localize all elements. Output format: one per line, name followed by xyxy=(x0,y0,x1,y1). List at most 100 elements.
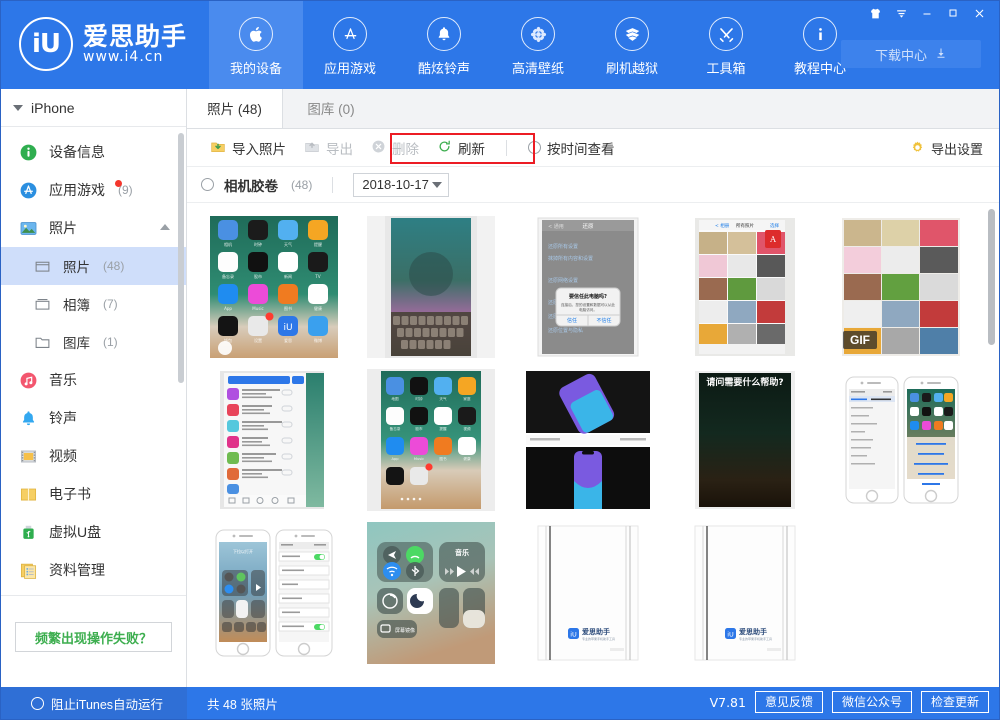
svg-text:信任: 信任 xyxy=(567,317,577,324)
sidebar-item-count: (7) xyxy=(103,297,118,311)
view-by-time-radio[interactable]: 按时间查看 xyxy=(519,134,624,162)
files-icon xyxy=(17,559,39,581)
photo-thumbnail[interactable]: iU 爱思助手 专业的苹果手机助手工具 xyxy=(672,521,818,665)
sidebar-item-label: 应用游戏 xyxy=(49,180,105,200)
nav-item-wallpapers[interactable]: 高清壁纸 xyxy=(491,1,585,89)
svg-text:微博: 微博 xyxy=(314,337,322,343)
check-update-button[interactable]: 检查更新 xyxy=(921,691,989,713)
photo-thumbnail[interactable]: 音乐 xyxy=(358,521,504,665)
svg-text:备忘录: 备忘录 xyxy=(390,426,401,431)
sidebar-item-ebooks[interactable]: 电子书 xyxy=(1,475,186,513)
feedback-button[interactable]: 意见反馈 xyxy=(755,691,823,713)
svg-text:A: A xyxy=(769,235,776,244)
photo-thumbnail[interactable]: GIF xyxy=(829,215,975,359)
sidebar-item-videos[interactable]: 视频 xyxy=(1,437,186,475)
photo-thumbnail[interactable]: 下拉以打开 xyxy=(201,521,347,665)
photo-thumbnail[interactable] xyxy=(358,215,504,359)
svg-text:还原网络设置: 还原网络设置 xyxy=(548,277,578,284)
tab-gallery[interactable]: 图库 (0) xyxy=(283,88,379,128)
brand-logo: iU 爱思助手 www.i4.cn xyxy=(19,17,187,71)
photo-grid-container: iU 相机时钟天气提醒 备忘录股市新闻TV AppMusic图书健康 钱包设置爱… xyxy=(187,203,999,687)
menu-icon[interactable] xyxy=(889,4,913,22)
nav-item-ringtones[interactable]: 酷炫铃声 xyxy=(397,1,491,89)
sidebar-item-device-info[interactable]: 设备信息 xyxy=(1,133,186,171)
filterbar-divider xyxy=(332,177,333,193)
chevron-down-icon xyxy=(432,182,442,188)
camera-roll-label: 相机胶卷 xyxy=(224,175,278,195)
sidebar-item-albums[interactable]: 相簿 (7) xyxy=(1,285,186,323)
sidebar-item-ringtones[interactable]: 铃声 xyxy=(1,399,186,437)
sidebar: iPhone 设备信息 应用游戏 (9) xyxy=(1,89,187,687)
svg-text:专业的苹果手机助手工具: 专业的苹果手机助手工具 xyxy=(582,636,615,641)
help-operation-failed-button[interactable]: 频繁出现操作失败？ xyxy=(15,622,172,652)
sidebar-item-count: (48) xyxy=(103,259,124,273)
svg-text:时钟: 时钟 xyxy=(254,241,262,247)
export-button: 导出 xyxy=(295,134,362,162)
svg-text:家庭: 家庭 xyxy=(463,396,471,401)
photo-thumbnail[interactable]: 地图时钟天气家庭 备忘录股市提醒视频 AppMusic图书健康 xyxy=(358,368,504,512)
nav-item-apps-games[interactable]: 应用游戏 xyxy=(303,1,397,89)
close-icon[interactable] xyxy=(967,4,991,22)
sidebar-item-photos-sub[interactable]: 照片 (48) xyxy=(1,247,186,285)
sidebar-item-label: 音乐 xyxy=(49,370,77,390)
svg-text:还原位置与隐私: 还原位置与隐私 xyxy=(548,327,583,334)
date-filter-select[interactable]: 2018-10-17 xyxy=(353,173,449,197)
camera-roll-count: (48) xyxy=(291,178,312,192)
tools-icon xyxy=(709,17,743,51)
info-circle-icon xyxy=(17,141,39,163)
photo-thumbnail[interactable] xyxy=(829,521,975,665)
photo-thumbnail[interactable] xyxy=(515,368,661,512)
nav-item-my-device[interactable]: 我的设备 xyxy=(209,1,303,89)
export-settings-button[interactable]: 导出设置 xyxy=(910,139,983,158)
nav-item-flash-jailbreak[interactable]: 刷机越狱 xyxy=(585,1,679,89)
svg-text:< 通用: < 通用 xyxy=(548,223,564,230)
nav-label: 高清壁纸 xyxy=(512,58,564,77)
refresh-button[interactable]: 刷新 xyxy=(428,134,494,162)
photo-thumbnail[interactable]: iU 相机时钟天气提醒 备忘录股市新闻TV AppMusic图书健康 钱包设置爱… xyxy=(201,215,347,359)
sidebar-scrollbar[interactable] xyxy=(178,133,184,383)
block-itunes-autorun-toggle[interactable]: 阻止iTunes自动运行 xyxy=(1,687,187,719)
wechat-button[interactable]: 微信公众号 xyxy=(832,691,912,713)
main-content: 照片 (48) 图库 (0) 导入照片 xyxy=(187,89,999,687)
nav-item-toolbox[interactable]: 工具箱 xyxy=(679,1,773,89)
import-photos-button[interactable]: 导入照片 xyxy=(201,134,295,162)
download-center-button[interactable]: 下载中心 xyxy=(841,40,981,68)
nav-label: 应用游戏 xyxy=(324,58,376,77)
svg-text:图书: 图书 xyxy=(284,305,292,311)
maximize-icon[interactable] xyxy=(941,4,965,22)
svg-text:TV: TV xyxy=(314,274,320,279)
status-bar: 阻止iTunes自动运行 共 48 张照片 V7.81 意见反馈 微信公众号 检… xyxy=(1,687,999,719)
footer-actions: V7.81 意见反馈 微信公众号 检查更新 xyxy=(710,691,989,713)
photo-thumbnail[interactable] xyxy=(201,368,347,512)
photo-thumbnail[interactable]: < 相册 所有照片 选择 xyxy=(672,215,818,359)
sidebar-item-label: 铃声 xyxy=(49,408,77,428)
tab-photos[interactable]: 照片 (48) xyxy=(187,88,283,128)
sidebar-item-photos[interactable]: 照片 xyxy=(1,209,186,247)
photo-thumbnail[interactable]: < 通用 还原 还原所有设置抹掉所有内容和设置 还原网络设置还原 还原还原位置与… xyxy=(515,215,661,359)
photo-thumbnail[interactable]: 请问需要什么帮助? xyxy=(672,368,818,512)
download-center-label: 下载中心 xyxy=(875,45,927,64)
nav-label: 酷炫铃声 xyxy=(418,58,470,77)
delete-icon xyxy=(371,139,386,157)
i4-assistant-window: iU 爱思助手 www.i4.cn 我的设备 xyxy=(0,0,1000,720)
photo-thumbnail[interactable] xyxy=(829,368,975,512)
photo-thumbnail[interactable]: iU 爱思助手 专业的苹果手机助手工具 xyxy=(515,521,661,665)
nav-label: 工具箱 xyxy=(707,58,746,77)
sidebar-item-gallery[interactable]: 图库 (1) xyxy=(1,323,186,361)
photo-grid-scrollbar[interactable] xyxy=(988,209,995,345)
camera-roll-radio-icon[interactable] xyxy=(201,178,214,191)
svg-text:股市: 股市 xyxy=(415,426,423,431)
export-settings-label: 导出设置 xyxy=(931,139,983,158)
sidebar-item-music[interactable]: 音乐 xyxy=(1,361,186,399)
total-photos-label: 共 48 张照片 xyxy=(207,694,278,713)
nav-label: 教程中心 xyxy=(794,58,846,77)
nav-label: 刷机越狱 xyxy=(606,58,658,77)
minimize-icon[interactable] xyxy=(915,4,939,22)
sidebar-item-label: 照片 xyxy=(63,256,90,276)
skin-icon[interactable] xyxy=(863,4,887,22)
sidebar-item-virtual-usb[interactable]: 虚拟U盘 xyxy=(1,513,186,551)
sidebar-item-apps-games[interactable]: 应用游戏 (9) xyxy=(1,171,186,209)
device-selector[interactable]: iPhone xyxy=(1,89,186,127)
chevron-up-icon[interactable] xyxy=(160,224,170,230)
sidebar-item-file-manager[interactable]: 资料管理 xyxy=(1,551,186,589)
